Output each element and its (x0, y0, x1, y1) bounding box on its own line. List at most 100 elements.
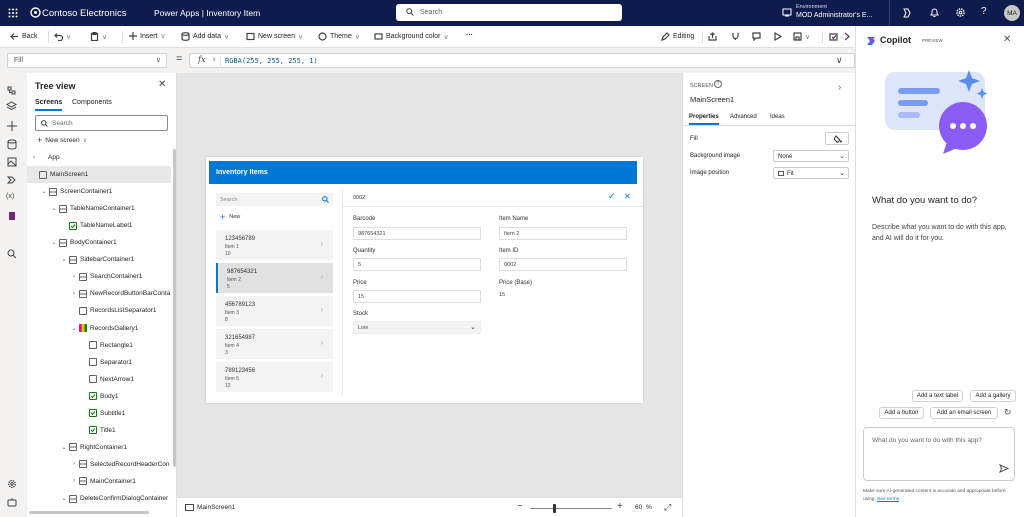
suggestion-add-text-label[interactable]: Add a text label (912, 390, 963, 402)
paste-button[interactable]: ∨ (90, 32, 107, 41)
chevron-icon[interactable]: › (31, 155, 37, 161)
tree-item[interactable]: ⌄ ScreenContainer1 (27, 183, 171, 200)
tree-item[interactable]: › SearchContainer1 (27, 268, 171, 285)
next-arrow-icon[interactable]: › (320, 371, 323, 380)
background-color-button[interactable]: Background color ∨ (374, 32, 449, 41)
copilot-toggle-icon[interactable] (901, 7, 913, 19)
new-screen-button[interactable]: + New screen ∨ (37, 135, 87, 145)
formula-input[interactable]: fx ∨ RGBA(255, 255, 255, 1) (189, 53, 855, 68)
chevron-icon[interactable]: ⌄ (51, 239, 57, 246)
editing-mode-button[interactable]: Editing (661, 32, 694, 41)
chevron-icon[interactable]: ⌄ (71, 325, 77, 332)
virtual-agent-icon[interactable] (7, 497, 17, 507)
global-search-input[interactable]: Search (396, 4, 622, 21)
tree-item[interactable]: › MainContainer1 (27, 473, 171, 490)
fill-color-picker[interactable] (825, 132, 849, 145)
tree-item[interactable]: Title1 (27, 422, 171, 439)
zoom-out-icon[interactable]: − (517, 501, 523, 512)
tree-search-input[interactable]: Search (35, 115, 168, 131)
tab-advanced[interactable]: Advanced (730, 114, 757, 120)
fit-to-window-icon[interactable]: ⤢ (664, 502, 671, 513)
copilot-prompt-input[interactable]: What do you want to do with this app? (863, 427, 1015, 481)
undo-button[interactable]: ∨ (54, 32, 71, 41)
org-name[interactable]: Contoso Electronics (42, 8, 126, 19)
chevron-icon[interactable]: ⌄ (61, 495, 67, 502)
suggestion-add-email-screen[interactable]: Add an email screen (930, 407, 998, 419)
variables-icon[interactable]: (x) (6, 193, 14, 200)
media-icon[interactable] (7, 157, 17, 167)
back-button[interactable]: Back (10, 32, 38, 41)
chevron-icon[interactable]: › (71, 291, 77, 297)
layers-icon[interactable] (6, 101, 17, 112)
app-checker-icon[interactable] (731, 32, 740, 41)
close-icon[interactable]: ✕ (624, 192, 631, 201)
next-arrow-icon[interactable]: › (320, 305, 323, 314)
see-terms-link[interactable]: See terms (877, 497, 899, 502)
chevron-icon[interactable]: ⌄ (51, 205, 57, 212)
gallery-item[interactable]: 321654987 Item 4 3 › (216, 329, 333, 359)
suggestion-add-gallery[interactable]: Add a gallery (970, 390, 1016, 402)
chevron-icon[interactable]: › (71, 478, 77, 484)
tree-item[interactable]: ⌄ TableNameContainer1 (27, 200, 171, 217)
tree-horizontal-scrollbar[interactable] (29, 511, 149, 514)
checkmark-save-icon[interactable]: ✓ (608, 191, 616, 202)
data-icon[interactable] (7, 139, 17, 150)
insert-button[interactable]: Insert ∨ (129, 32, 166, 40)
chevron-icon[interactable]: › (71, 274, 77, 280)
save-icon[interactable]: ∨ (793, 32, 810, 41)
suggestion-add-button[interactable]: Add a button (879, 407, 924, 419)
tree-view-icon[interactable] (6, 85, 17, 96)
quantity-input[interactable]: 5 (353, 258, 481, 271)
help-icon[interactable]: ? (714, 80, 722, 88)
next-arrow-icon[interactable]: › (320, 338, 323, 347)
gallery-item[interactable]: 789123456 Item 5 12 › (216, 362, 333, 392)
power-automate-icon[interactable] (7, 175, 17, 185)
theme-button[interactable]: Theme ∨ (318, 32, 360, 41)
settings-gear-icon[interactable] (7, 479, 17, 489)
advanced-tools-icon[interactable] (7, 211, 17, 221)
close-icon[interactable]: ✕ (1003, 34, 1011, 45)
image-position-dropdown[interactable]: Fit ⌄ (773, 167, 849, 179)
add-data-button[interactable]: Add data ∨ (181, 32, 229, 41)
gallery-item[interactable]: 123456789 Item 1 10 › (216, 230, 333, 260)
tab-components[interactable]: Components (72, 99, 112, 106)
background-image-dropdown[interactable]: None ⌄ (773, 150, 849, 162)
tree-item[interactable]: RecordsListSeparator1 (27, 302, 171, 319)
close-icon[interactable]: ✕ (158, 79, 166, 90)
tab-ideas[interactable]: Ideas (770, 114, 785, 120)
preview-play-icon[interactable] (773, 32, 782, 41)
help-icon[interactable]: ? (981, 6, 987, 17)
tree-item[interactable]: › App (27, 149, 171, 166)
item-id-input[interactable]: 0002 (499, 258, 627, 271)
tree-item[interactable]: TableNameLabel1 (27, 217, 171, 234)
notifications-icon[interactable] (929, 7, 940, 18)
barcode-input[interactable]: 987654321 (353, 227, 481, 240)
tree-item[interactable]: Subtitle1 (27, 405, 171, 422)
tab-properties[interactable]: Properties (689, 114, 719, 120)
more-commands-button[interactable]: ··· (466, 32, 473, 39)
avatar[interactable]: MA (1004, 5, 1020, 21)
chevron-right-icon[interactable]: › (838, 82, 841, 93)
settings-gear-icon[interactable] (955, 7, 966, 18)
zoom-in-icon[interactable]: + (617, 501, 623, 512)
new-record-button[interactable]: + New (220, 212, 240, 222)
tree-scrollbar[interactable] (173, 149, 176, 467)
tree-item[interactable]: Body1 (27, 388, 171, 405)
next-arrow-icon[interactable]: › (320, 239, 323, 248)
tree-item[interactable]: ⌄ RecordsGallery1 (27, 320, 171, 337)
zoom-slider[interactable] (530, 508, 612, 509)
app-screen-preview[interactable]: Inventory Items Search + New 123456789 It… (206, 157, 643, 403)
gallery-search-input[interactable]: Search (216, 193, 333, 206)
tree-item[interactable]: NextArrow1 (27, 371, 171, 388)
tree-item[interactable]: Separator1 (27, 354, 171, 371)
zoom-level[interactable]: 60 (635, 504, 642, 511)
refresh-icon[interactable]: ↻ (1004, 407, 1012, 418)
app-launcher-icon[interactable] (8, 8, 18, 18)
item-name-input[interactable]: Item 2 (499, 227, 627, 240)
tree-item[interactable]: › NewRecordButtonBarConta (27, 285, 171, 302)
send-icon[interactable] (999, 464, 1009, 473)
tree-item[interactable]: › SelectedRecordHeaderCon (27, 456, 171, 473)
tree-item[interactable]: ⌄ SidebarContainer1 (27, 251, 171, 268)
expand-formula-chevron-icon[interactable]: ∨ (836, 55, 843, 66)
chevron-icon[interactable]: ⌄ (61, 444, 67, 451)
